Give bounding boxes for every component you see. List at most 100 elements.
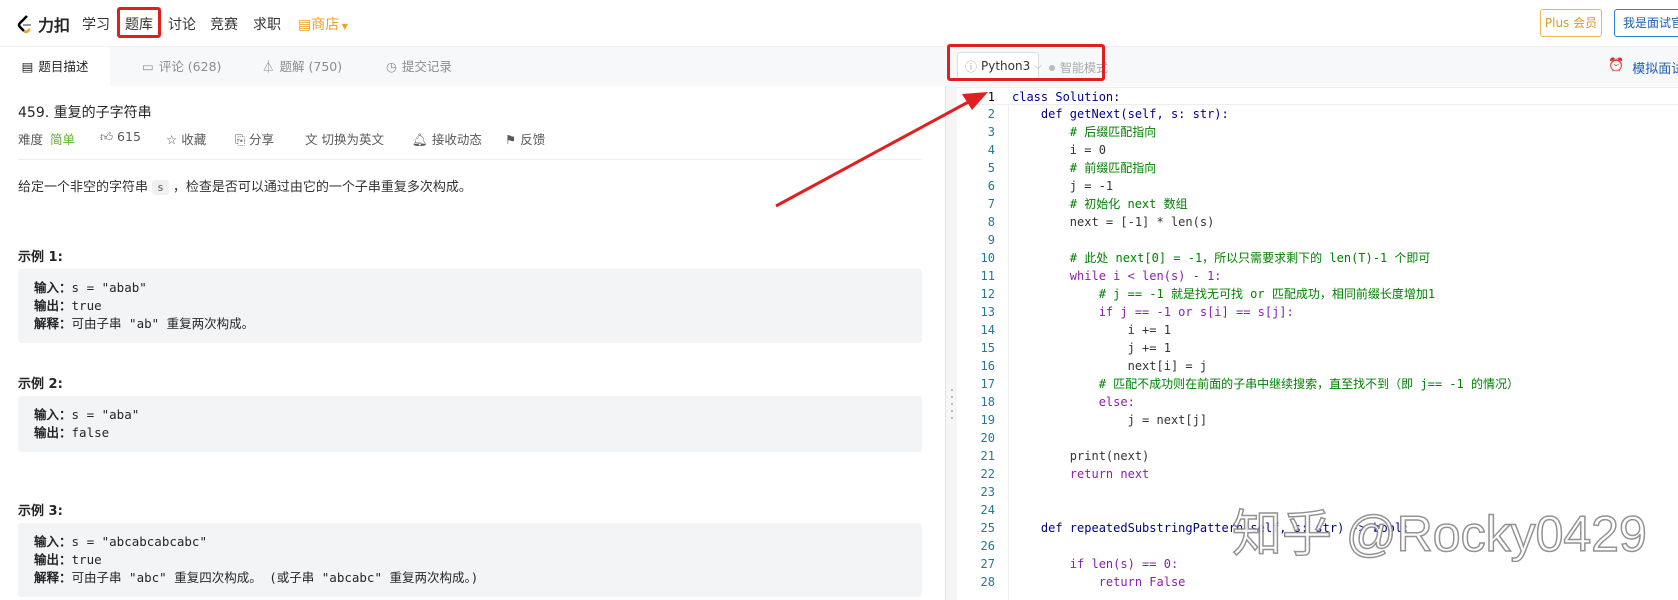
subscribe-label: 接收动态 <box>431 132 482 147</box>
shop-icon: ▤ <box>298 17 312 33</box>
code-line: 2 def getNext(self, s: str): <box>957 105 1678 123</box>
switch-language-button[interactable]: 文 切换为英文 <box>305 129 384 148</box>
example-value: s = "abcabcabcabc" <box>71 534 207 549</box>
interviewer-button[interactable]: 我是面试官 <box>1614 9 1678 37</box>
plus-member-button[interactable]: Plus 会员 <box>1540 9 1602 37</box>
feedback-label: 反馈 <box>520 132 546 147</box>
line-number: 16 <box>980 359 995 373</box>
line-number: 15 <box>980 341 995 355</box>
example-line: 输入：s = "abab" <box>34 279 906 297</box>
line-number: 7 <box>987 197 995 211</box>
code-line: 3 # 后缀匹配指向 <box>957 123 1678 141</box>
code-line: 8 next = [-1] * len(s) <box>957 213 1678 231</box>
code-text: i = 0 <box>1012 143 1106 157</box>
line-number: 6 <box>987 179 995 193</box>
example-line: 输入：s = "abcabcabcabc" <box>34 533 906 551</box>
nav-contest[interactable]: 竞赛 <box>210 14 238 34</box>
code-line: 6 j = -1 <box>957 177 1678 195</box>
example-key: 输入： <box>34 534 72 549</box>
example-value: s = "aba" <box>71 407 140 422</box>
code-line: 19 j = next[j] <box>957 411 1678 429</box>
code-text: # 匹配不成功则在前面的子串中继续搜索，直至找不到（即 j== -1 的情况） <box>1012 377 1519 391</box>
shop-label: 商店 <box>311 17 340 33</box>
example-key: 输入： <box>34 280 72 295</box>
tab-description[interactable]: ▤ 题目描述 <box>0 47 110 86</box>
bell-icon: 🔔︎ <box>412 132 432 147</box>
line-number: 8 <box>987 215 995 229</box>
example-line: 输出：false <box>34 424 906 442</box>
line-number: 20 <box>980 431 995 445</box>
mock-interview-label: 模拟面试 <box>1632 62 1678 77</box>
code-line: 13 if j == -1 or s[i] == s[j]: <box>957 303 1678 321</box>
logo-text: 力扣 <box>38 16 71 35</box>
mock-interview-button[interactable]: ⏰ 模拟面试 <box>1608 58 1678 77</box>
problem-tabs: ▤ 题目描述 ▭ 评论 (628) ⏃ 题解 (750) ◷ 提交记录 <box>0 47 945 86</box>
feedback-button[interactable]: ⚑ 反馈 <box>505 129 545 148</box>
flask-icon: ⏃ <box>262 59 275 74</box>
nav-learn[interactable]: 学习 <box>82 14 110 34</box>
code-line: 7 # 初始化 next 数组 <box>957 195 1678 213</box>
line-number: 12 <box>980 287 995 301</box>
line-number: 25 <box>980 521 995 535</box>
tab-submissions[interactable]: ◷ 提交记录 <box>386 47 452 86</box>
tab-comments[interactable]: ▭ 评论 (628) <box>142 47 221 86</box>
line-number: 4 <box>987 143 995 157</box>
line-number: 22 <box>980 467 995 481</box>
line-number: 5 <box>987 161 995 175</box>
example-line: 输出：true <box>34 551 906 569</box>
code-text: j = next[j] <box>1012 413 1208 427</box>
code-line: 14 i += 1 <box>957 321 1678 339</box>
inline-code: s <box>152 180 169 195</box>
line-number: 13 <box>980 305 995 319</box>
highlight-box-language <box>947 44 1105 81</box>
code-text: while i < len(s) - 1: <box>1012 269 1222 283</box>
example-line: 输入：s = "aba" <box>34 406 906 424</box>
share-icon: ⎘ <box>235 132 249 147</box>
tab-label: 评论 (628) <box>158 59 222 74</box>
code-line: 20 <box>957 429 1678 447</box>
thumbs-up-icon: 👍︎ <box>100 129 118 144</box>
share-button[interactable]: ⎘ 分享 <box>235 129 274 148</box>
code-text: next[i] = j <box>1012 359 1208 373</box>
code-line: 28 return False <box>957 573 1678 591</box>
line-number: 17 <box>980 377 995 391</box>
code-line: 16 next[i] = j <box>957 357 1678 375</box>
nav-discuss[interactable]: 讨论 <box>168 14 196 34</box>
logo[interactable]: 力扣 <box>16 12 70 36</box>
example-key: 输出： <box>34 552 72 567</box>
example-line: 解释：可由子串 "ab" 重复两次构成。 <box>34 315 906 333</box>
panel-resize-handle[interactable] <box>945 86 957 600</box>
like-button[interactable]: 👍︎ 615 <box>100 129 141 145</box>
code-text: # j == -1 就是找无可找 or 匹配成功，相同前缀长度增加1 <box>1012 287 1436 301</box>
divider <box>18 159 922 160</box>
favorite-button[interactable]: ☆ 收藏 <box>166 129 206 148</box>
example-value: false <box>71 425 110 440</box>
caret-down-icon: ▼ <box>339 22 348 31</box>
code-line: 1 class Solution: <box>957 87 1678 105</box>
nav-shop[interactable]: ▤商店 ▼ <box>298 14 348 34</box>
example-value: 可由子串 "abc" 重复四次构成。 (或子串 "abcabc" 重复两次构成。… <box>71 570 479 585</box>
code-text: def getNext(self, s: str): <box>1012 107 1229 121</box>
line-number: 21 <box>980 449 995 463</box>
example-heading: 示例 3: <box>18 504 63 519</box>
desc-text: 给定一个非空的字符串 <box>18 180 149 195</box>
code-text: j = -1 <box>1012 179 1114 193</box>
tab-solutions[interactable]: ⏃ 题解 (750) <box>262 47 342 86</box>
problem-panel: 459. 重复的子字符串 难度 简单 👍︎ 615 ☆ 收藏 ⎘ 分享 文 切换… <box>0 86 945 600</box>
favorite-label: 收藏 <box>181 132 207 147</box>
code-text: if len(s) == 0: <box>1012 557 1179 571</box>
code-text: class Solution: <box>1012 90 1121 104</box>
line-number: 14 <box>980 323 995 337</box>
clock-icon: ◷ <box>386 59 397 74</box>
like-count: 615 <box>117 129 141 144</box>
line-number: 18 <box>980 395 995 409</box>
code-line: 9 <box>957 231 1678 249</box>
alarm-clock-icon: ⏰ <box>1608 58 1625 73</box>
watermark: 知乎 @Rocky0429 <box>1231 505 1647 563</box>
code-text: return False <box>1012 575 1186 589</box>
nav-jobs[interactable]: 求职 <box>253 14 281 34</box>
code-text: next = [-1] * len(s) <box>1012 215 1215 229</box>
example-heading: 示例 2: <box>18 377 63 392</box>
example-key: 解释： <box>34 570 72 585</box>
subscribe-button[interactable]: 🔔︎ 接收动态 <box>412 129 482 148</box>
